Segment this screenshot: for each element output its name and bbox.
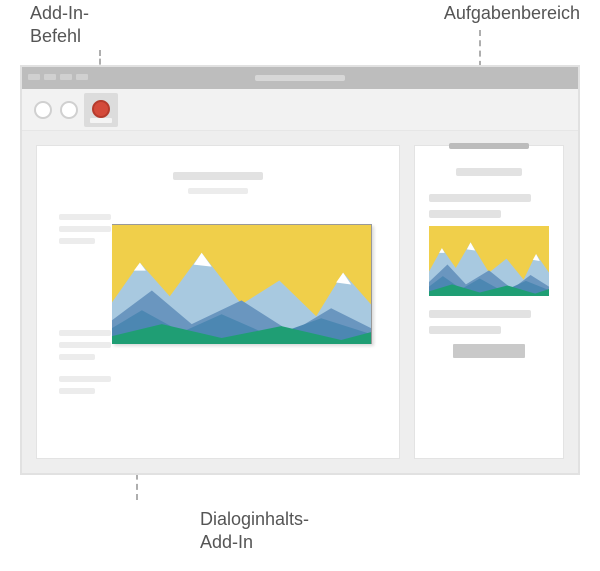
task-pane-line	[429, 210, 501, 218]
diagram-stage: Add-In- Befehl Aufgabenbereich Dialoginh…	[0, 0, 600, 571]
task-pane-line	[429, 326, 501, 334]
task-pane-handle	[449, 143, 529, 149]
doc-title-placeholder	[173, 172, 263, 180]
mountain-illustration	[112, 225, 371, 344]
task-pane-title-placeholder	[456, 168, 522, 176]
document-canvas	[36, 145, 400, 459]
label-dialog-content-addin: Dialoginhalts- Add-In	[200, 508, 350, 553]
addin-command-button[interactable]	[84, 93, 118, 127]
ribbon-button-2	[60, 101, 78, 119]
task-pane-line	[429, 310, 531, 318]
label-addin-command: Add-In- Befehl	[30, 2, 120, 47]
task-pane-line	[429, 194, 531, 202]
task-pane-image	[429, 226, 549, 296]
paragraph-row	[59, 376, 377, 400]
ribbon-button-1	[34, 101, 52, 119]
task-pane-button[interactable]	[453, 344, 525, 358]
content-addin[interactable]	[112, 224, 372, 344]
label-task-pane: Aufgabenbereich	[444, 2, 580, 25]
mountain-illustration-small	[429, 226, 549, 296]
window-buttons	[28, 74, 88, 80]
title-bar	[22, 67, 578, 89]
ribbon	[22, 89, 578, 131]
doc-subtitle-placeholder	[188, 188, 248, 194]
client-area	[22, 131, 578, 473]
app-window	[20, 65, 580, 475]
task-pane[interactable]	[414, 145, 564, 459]
